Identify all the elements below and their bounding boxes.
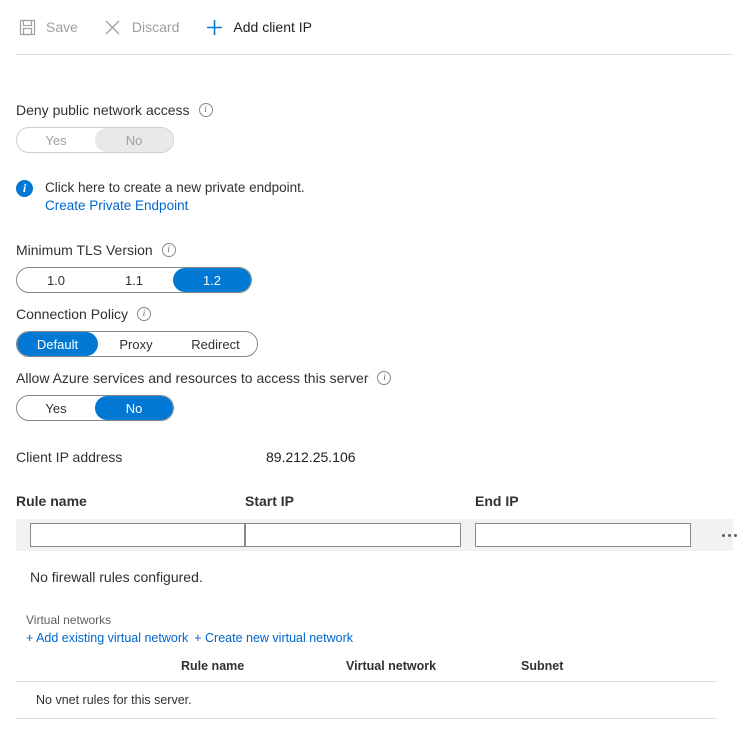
allow-azure-services-label-row: Allow Azure services and resources to ac… xyxy=(16,369,733,387)
allow-azure-services-label: Allow Azure services and resources to ac… xyxy=(16,370,369,386)
create-private-endpoint-link[interactable]: Create Private Endpoint xyxy=(45,197,188,215)
vnet-column-header-subnet: Subnet xyxy=(521,659,564,673)
tls-option-1-0[interactable]: 1.0 xyxy=(17,268,95,292)
info-icon[interactable]: i xyxy=(198,103,213,117)
column-header-rule-name: Rule name xyxy=(16,493,87,509)
vnet-rules-empty-row: No vnet rules for this server. xyxy=(16,682,733,718)
vnet-column-spacer xyxy=(16,659,181,673)
virtual-networks-section: Virtual networks + Add existing virtual … xyxy=(16,613,733,719)
column-header-start-ip: Start IP xyxy=(245,493,295,509)
column-header-end-ip: End IP xyxy=(475,493,519,509)
deny-public-network-access-label-row: Deny public network access i xyxy=(16,101,733,119)
private-endpoint-banner-message: Click here to create a new private endpo… xyxy=(45,180,305,195)
add-client-ip-label: Add client IP xyxy=(233,19,312,35)
deny-public-network-access-label: Deny public network access xyxy=(16,102,190,118)
vnet-rules-grid: Rule name Virtual network Subnet No vnet… xyxy=(16,659,733,719)
firewall-rules-header-row: Rule name Start IP End IP xyxy=(16,493,733,519)
deny-public-network-access-option-no[interactable]: No xyxy=(95,128,173,152)
firewall-rule-new-row xyxy=(16,519,737,551)
vnet-column-header-rule-name: Rule name xyxy=(181,659,245,673)
allow-azure-services-toggle[interactable]: Yes No xyxy=(16,395,174,421)
tls-option-1-1[interactable]: 1.1 xyxy=(95,268,173,292)
allow-azure-services-option-yes[interactable]: Yes xyxy=(17,396,95,420)
save-button[interactable]: Save xyxy=(16,10,88,44)
client-ip-label: Client IP address xyxy=(16,449,123,465)
firewall-rules-grid: Rule name Start IP End IP No firewall ru… xyxy=(16,493,737,585)
discard-button-label: Discard xyxy=(131,19,180,35)
vnet-rules-header-row: Rule name Virtual network Subnet xyxy=(16,659,733,681)
save-button-label: Save xyxy=(46,19,78,35)
save-icon xyxy=(16,16,38,38)
rule-name-input[interactable] xyxy=(30,523,245,547)
minimum-tls-version-label: Minimum TLS Version xyxy=(16,242,153,258)
close-icon xyxy=(102,16,124,38)
connection-policy-option-proxy[interactable]: Proxy xyxy=(98,332,174,356)
client-ip-value: 89.212.25.106 xyxy=(266,449,356,465)
toolbar-divider xyxy=(16,54,733,55)
connection-policy-label: Connection Policy xyxy=(16,306,129,322)
virtual-networks-title: Virtual networks xyxy=(26,613,112,627)
command-bar: Save Discard Add client IP xyxy=(0,0,749,54)
cell-end-ip xyxy=(475,523,705,547)
allow-azure-services-option-no[interactable]: No xyxy=(95,396,173,420)
vnet-column-header-virtual-network: Virtual network xyxy=(346,659,437,673)
create-new-virtual-network-link[interactable]: + Create new virtual network xyxy=(194,629,353,647)
vnet-rules-empty-message: No vnet rules for this server. xyxy=(36,693,192,707)
cell-row-actions xyxy=(705,523,745,547)
private-endpoint-banner-body: Click here to create a new private endpo… xyxy=(45,179,305,215)
deny-public-network-access-toggle[interactable]: Yes No xyxy=(16,127,174,153)
connection-policy-label-row: Connection Policy i xyxy=(16,305,733,323)
tls-option-1-2[interactable]: 1.2 xyxy=(173,268,251,292)
add-client-ip-button[interactable]: Add client IP xyxy=(203,10,322,44)
discard-button[interactable]: Discard xyxy=(102,10,189,44)
minimum-tls-version-label-row: Minimum TLS Version i xyxy=(16,241,733,259)
deny-public-network-access-option-yes[interactable]: Yes xyxy=(17,128,95,152)
connection-policy-option-default[interactable]: Default xyxy=(17,332,98,356)
settings-content: Deny public network access i Yes No i Cl… xyxy=(0,101,749,719)
virtual-networks-links: + Add existing virtual network + Create n… xyxy=(16,629,733,647)
add-existing-virtual-network-link[interactable]: + Add existing virtual network xyxy=(26,629,188,647)
info-circle-icon: i xyxy=(16,180,33,197)
info-icon[interactable]: i xyxy=(377,371,392,385)
info-icon[interactable]: i xyxy=(137,307,152,321)
plus-icon xyxy=(203,16,225,38)
private-endpoint-banner: i Click here to create a new private end… xyxy=(16,179,733,215)
cell-start-ip xyxy=(245,523,475,547)
client-ip-row: Client IP address 89.212.25.106 xyxy=(16,449,733,465)
ellipsis-icon[interactable] xyxy=(713,523,745,547)
connection-policy-selector[interactable]: Default Proxy Redirect xyxy=(16,331,258,357)
cell-rule-name xyxy=(16,523,245,547)
start-ip-input[interactable] xyxy=(245,523,461,547)
info-icon[interactable]: i xyxy=(161,243,176,257)
connection-policy-option-redirect[interactable]: Redirect xyxy=(174,332,257,356)
end-ip-input[interactable] xyxy=(475,523,691,547)
firewall-rules-empty-message: No firewall rules configured. xyxy=(30,569,203,585)
minimum-tls-version-selector[interactable]: 1.0 1.1 1.2 xyxy=(16,267,252,293)
vnet-grid-separator-bottom xyxy=(16,718,717,719)
